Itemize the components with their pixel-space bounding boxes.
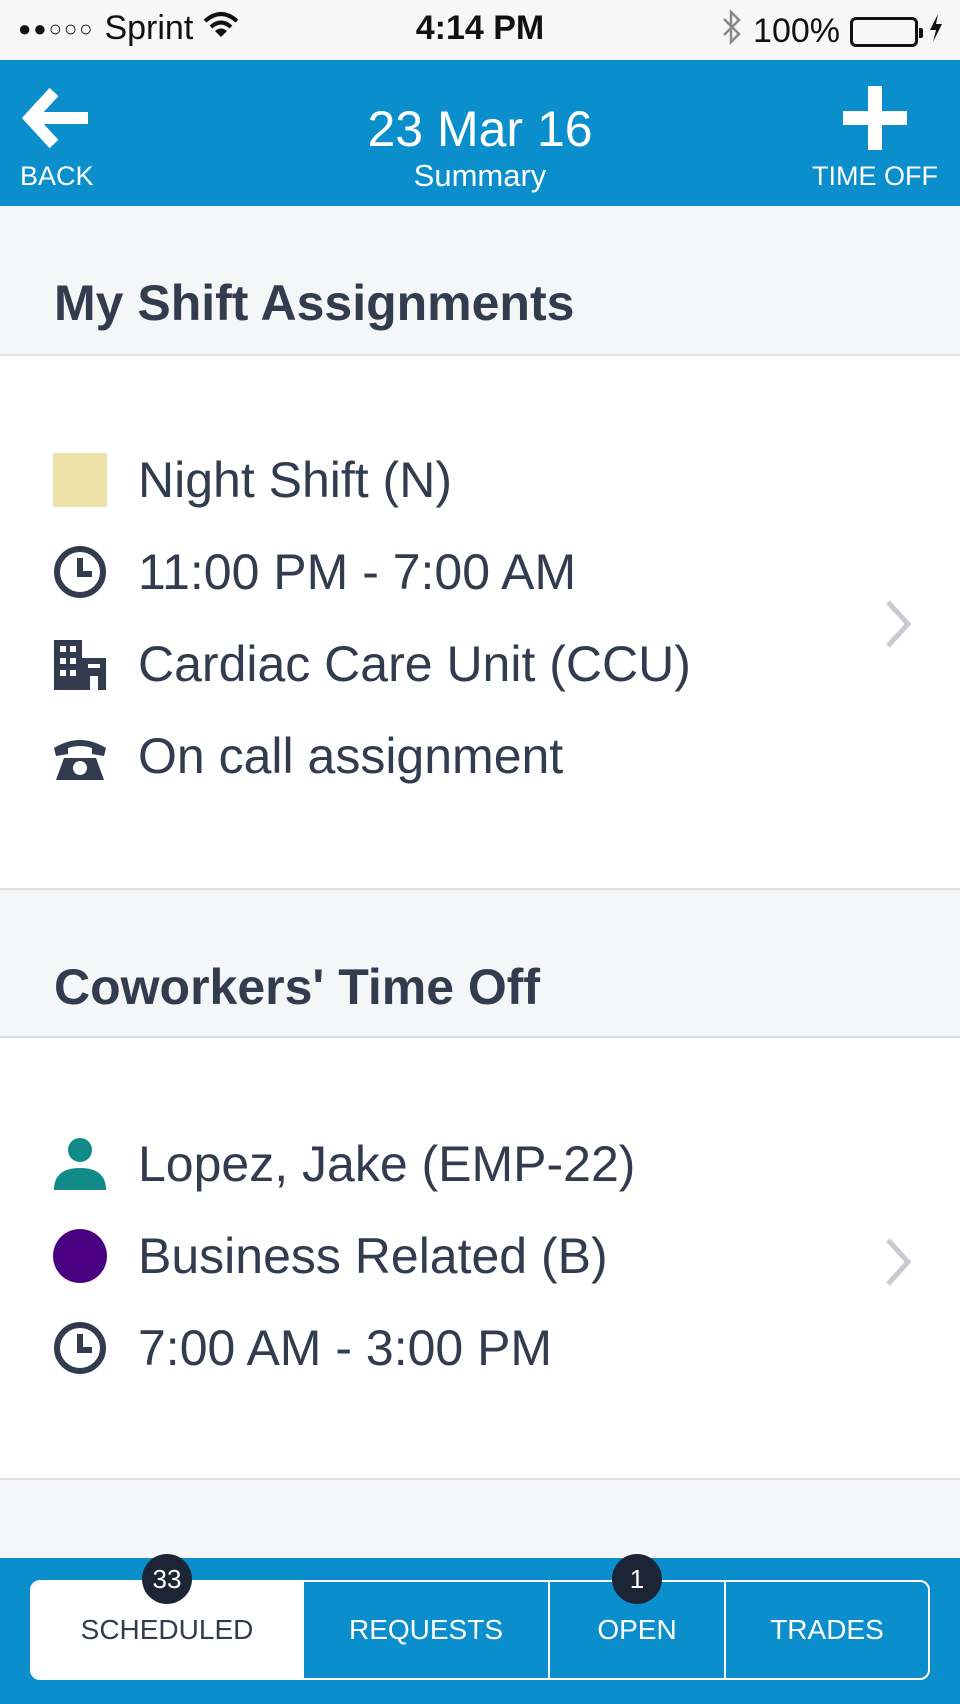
time-off-label: TIME OFF bbox=[812, 161, 938, 191]
chevron-right-icon bbox=[876, 1234, 920, 1290]
open-count-badge: 1 bbox=[612, 1554, 662, 1604]
time-off-button[interactable]: TIME OFF bbox=[812, 86, 938, 192]
shift-assignment-card[interactable]: Night Shift (N) 11:00 PM - 7:00 AM Cardi… bbox=[0, 356, 960, 890]
shift-section-title: My Shift Assignments bbox=[54, 275, 575, 331]
tab-trades-label: TRADES bbox=[770, 1614, 884, 1645]
employee-name: Lopez, Jake (EMP-22) bbox=[138, 1136, 636, 1192]
shift-unit: Cardiac Care Unit (CCU) bbox=[138, 636, 691, 692]
tab-scheduled[interactable]: 33 SCHEDULED bbox=[32, 1554, 304, 1678]
building-icon bbox=[52, 636, 108, 692]
scheduled-count-badge: 33 bbox=[142, 1554, 192, 1604]
timeoff-time: 7:00 AM - 3:00 PM bbox=[138, 1320, 553, 1376]
timeoff-reason: Business Related (B) bbox=[138, 1228, 608, 1284]
shift-section-header: My Shift Assignments bbox=[0, 206, 960, 356]
tab-requests[interactable]: REQUESTS bbox=[304, 1582, 550, 1678]
chevron-right-icon bbox=[876, 596, 920, 652]
timeoff-time-row: 7:00 AM - 3:00 PM bbox=[52, 1318, 552, 1378]
shift-name-row: Night Shift (N) bbox=[52, 450, 452, 510]
shift-assignment: On call assignment bbox=[138, 728, 564, 784]
battery-icon bbox=[850, 16, 923, 47]
segmented-tabs: 33 SCHEDULED REQUESTS 1 OPEN TRADES bbox=[30, 1554, 930, 1680]
tab-open-label: OPEN bbox=[597, 1614, 677, 1645]
battery-percent: 100% bbox=[753, 12, 840, 50]
person-icon bbox=[52, 1136, 108, 1192]
plus-icon bbox=[841, 86, 909, 155]
clock-icon bbox=[52, 1320, 108, 1376]
status-right: 100% bbox=[721, 8, 944, 54]
shift-name: Night Shift (N) bbox=[138, 452, 452, 508]
bottom-tab-bar: 33 SCHEDULED REQUESTS 1 OPEN TRADES bbox=[0, 1554, 960, 1704]
employee-row: Lopez, Jake (EMP-22) bbox=[52, 1134, 635, 1194]
phone-icon bbox=[52, 728, 108, 784]
tab-requests-label: REQUESTS bbox=[348, 1614, 504, 1645]
shift-assignment-row: On call assignment bbox=[52, 726, 563, 786]
reason-color-icon bbox=[52, 1228, 108, 1284]
shift-unit-row: Cardiac Care Unit (CCU) bbox=[52, 634, 691, 694]
shift-color-icon bbox=[52, 452, 108, 508]
coworker-timeoff-card[interactable]: Lopez, Jake (EMP-22) Business Related (B… bbox=[0, 1038, 960, 1480]
charging-icon bbox=[928, 12, 944, 51]
status-bar: ●●○○○ Sprint 4:14 PM 100% bbox=[0, 0, 960, 60]
shift-time: 11:00 PM - 7:00 AM bbox=[138, 544, 577, 600]
shift-time-row: 11:00 PM - 7:00 AM bbox=[52, 542, 576, 602]
tab-trades[interactable]: TRADES bbox=[726, 1582, 928, 1678]
nav-bar: BACK 23 Mar 16 Summary TIME OFF bbox=[0, 60, 960, 206]
timeoff-section-title: Coworkers' Time Off bbox=[54, 959, 541, 1015]
tab-scheduled-label: SCHEDULED bbox=[80, 1614, 254, 1645]
reason-row: Business Related (B) bbox=[52, 1226, 608, 1286]
bluetooth-icon bbox=[721, 8, 743, 54]
timeoff-section-header: Coworkers' Time Off bbox=[0, 890, 960, 1038]
tab-open[interactable]: 1 OPEN bbox=[550, 1554, 726, 1678]
clock-icon bbox=[52, 544, 108, 600]
